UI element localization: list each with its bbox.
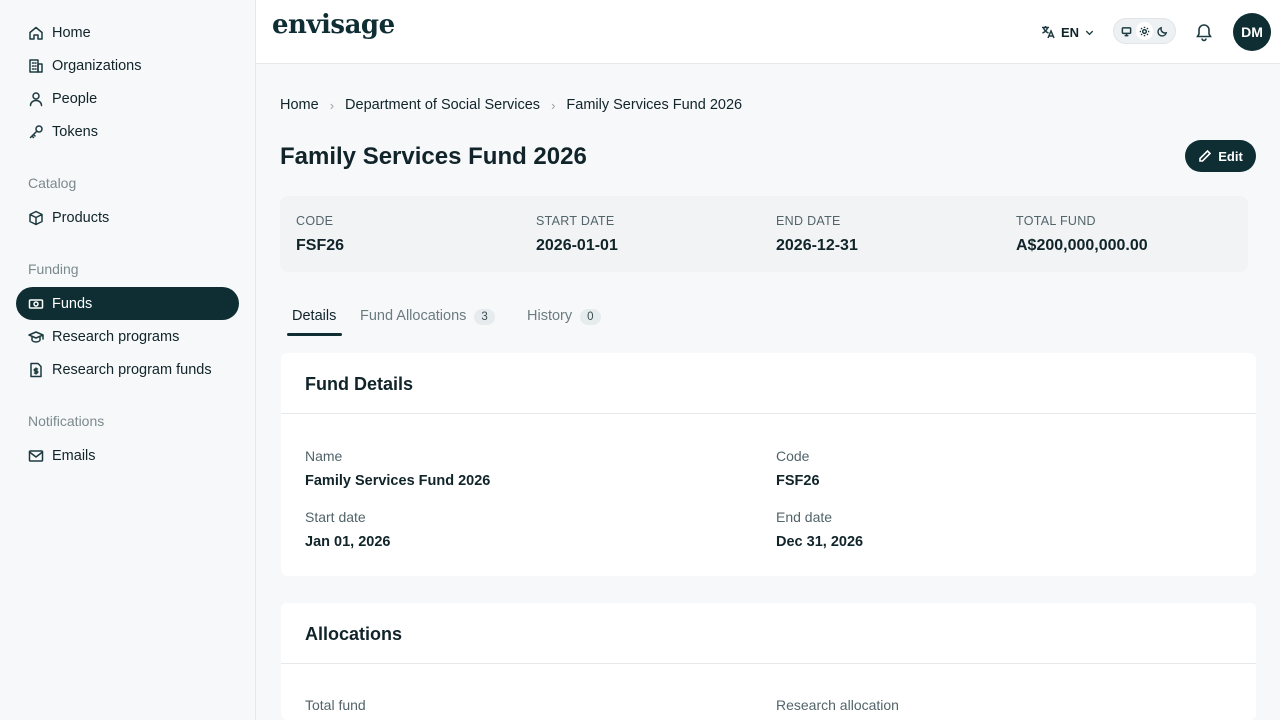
sidebar-item-label: Home bbox=[52, 24, 91, 41]
theme-toggle[interactable] bbox=[1113, 18, 1176, 44]
fund-details-card: Fund Details Name Family Services Fund 2… bbox=[281, 353, 1256, 576]
tab-bar: Details Fund Allocations 3 History 0 bbox=[280, 300, 1255, 336]
start-date-value: Jan 01, 2026 bbox=[305, 534, 391, 550]
sidebar-item-label: Products bbox=[52, 209, 110, 226]
summary-start-value: 2026-01-01 bbox=[536, 237, 618, 254]
name-label: Name bbox=[305, 448, 343, 464]
summary-code-value: FSF26 bbox=[296, 237, 345, 254]
allocations-title: Allocations bbox=[305, 624, 403, 644]
key-icon bbox=[28, 124, 44, 140]
sidebar-item-tokens[interactable]: Tokens bbox=[16, 115, 239, 148]
sidebar-item-emails[interactable]: Emails bbox=[16, 439, 239, 472]
sidebar-item-label: Organizations bbox=[52, 57, 142, 74]
graduation-cap-icon bbox=[28, 329, 44, 345]
sidebar-item-label: Research programs bbox=[52, 328, 180, 345]
section-label-catalog: Catalog bbox=[28, 175, 77, 191]
summary-code: CODE FSF26 bbox=[296, 214, 344, 255]
user-avatar[interactable]: DM bbox=[1233, 13, 1271, 51]
summary-end-value: 2026-12-31 bbox=[776, 237, 858, 254]
tab-label: Fund Allocations bbox=[360, 308, 467, 324]
mail-icon bbox=[28, 448, 44, 464]
start-date-label: Start date bbox=[305, 509, 366, 525]
sidebar-item-products[interactable]: Products bbox=[16, 201, 239, 234]
code-value: FSF26 bbox=[776, 473, 820, 489]
building-icon bbox=[28, 58, 44, 74]
breadcrumb: Home › Department of Social Services › F… bbox=[280, 97, 742, 113]
chevron-down-icon bbox=[1085, 30, 1094, 35]
research-allocation-label: Research allocation bbox=[776, 697, 899, 713]
summary-total-fund: TOTAL FUND A$200,000,000.00 bbox=[1016, 214, 1148, 255]
notification-bell-icon[interactable] bbox=[1194, 22, 1214, 42]
sidebar-item-organizations[interactable]: Organizations bbox=[16, 49, 239, 82]
language-label: EN bbox=[1061, 24, 1080, 40]
allocations-card: Allocations Total fund Research allocati… bbox=[281, 603, 1256, 720]
tab-count-badge: 0 bbox=[580, 309, 601, 325]
edit-button-label: Edit bbox=[1218, 148, 1243, 164]
card-divider bbox=[281, 413, 1256, 414]
sidebar-item-label: Emails bbox=[52, 447, 96, 464]
summary-code-label: CODE bbox=[296, 214, 334, 228]
page-title: Family Services Fund 2026 bbox=[280, 143, 587, 170]
name-value: Family Services Fund 2026 bbox=[305, 473, 491, 489]
summary-total-value: A$200,000,000.00 bbox=[1016, 237, 1148, 254]
section-label-notifications: Notifications bbox=[28, 413, 105, 429]
sidebar: Home Organizations People Tokens Catalog… bbox=[0, 0, 256, 720]
end-date-value: Dec 31, 2026 bbox=[776, 534, 864, 550]
dollar-file-icon bbox=[28, 362, 44, 378]
summary-start-label: START DATE bbox=[536, 214, 615, 228]
summary-total-label: TOTAL FUND bbox=[1016, 214, 1096, 228]
sidebar-item-label: People bbox=[52, 90, 98, 107]
tab-details[interactable]: Details bbox=[287, 300, 342, 336]
sidebar-item-research-programs[interactable]: Research programs bbox=[16, 320, 239, 353]
section-label-funding: Funding bbox=[28, 261, 79, 277]
moon-icon[interactable] bbox=[1153, 22, 1171, 40]
language-selector[interactable]: EN bbox=[1040, 22, 1095, 42]
breadcrumb-current: Family Services Fund 2026 bbox=[566, 97, 743, 113]
envisage-logo[interactable]: envisage bbox=[272, 10, 395, 40]
tab-label: History bbox=[527, 308, 573, 324]
sidebar-item-research-program-funds[interactable]: Research program funds bbox=[16, 353, 239, 386]
chevron-right-icon: › bbox=[329, 97, 335, 113]
sidebar-item-funds[interactable]: Funds bbox=[16, 287, 239, 320]
box-icon bbox=[28, 210, 44, 226]
summary-start-date: START DATE 2026-01-01 bbox=[536, 214, 618, 255]
tab-active-indicator bbox=[287, 333, 342, 336]
sidebar-item-label: Funds bbox=[52, 295, 93, 312]
sidebar-item-home[interactable]: Home bbox=[16, 16, 239, 49]
person-icon bbox=[28, 91, 44, 107]
chevron-right-icon: › bbox=[551, 97, 556, 113]
pencil-icon bbox=[1199, 149, 1212, 162]
translate-icon bbox=[1042, 26, 1055, 39]
top-header: envisage EN DM bbox=[256, 0, 1280, 64]
summary-end-label: END DATE bbox=[776, 214, 841, 228]
sidebar-item-people[interactable]: People bbox=[16, 82, 239, 115]
fund-summary: CODE FSF26 START DATE 2026-01-01 END DAT… bbox=[280, 196, 1248, 272]
tab-count-badge: 3 bbox=[474, 309, 495, 325]
tab-fund-allocations[interactable]: Fund Allocations 3 bbox=[360, 300, 495, 336]
banknote-icon bbox=[28, 296, 44, 312]
sun-icon[interactable] bbox=[1135, 22, 1154, 40]
breadcrumb-organization[interactable]: Department of Social Services bbox=[345, 97, 540, 113]
code-label: Code bbox=[776, 448, 810, 464]
summary-end-date: END DATE 2026-12-31 bbox=[776, 214, 858, 255]
end-date-label: End date bbox=[776, 509, 833, 525]
sidebar-item-label: Tokens bbox=[52, 123, 98, 140]
breadcrumb-home[interactable]: Home bbox=[280, 97, 319, 113]
tab-label: Details bbox=[292, 308, 337, 324]
home-icon bbox=[28, 25, 44, 41]
total-fund-label: Total fund bbox=[305, 697, 366, 713]
card-divider bbox=[281, 663, 1256, 664]
fund-details-title: Fund Details bbox=[305, 374, 414, 394]
monitor-icon[interactable] bbox=[1118, 22, 1136, 40]
tab-history[interactable]: History 0 bbox=[527, 300, 601, 336]
edit-button[interactable]: Edit bbox=[1185, 140, 1256, 172]
sidebar-item-label: Research program funds bbox=[52, 361, 212, 378]
